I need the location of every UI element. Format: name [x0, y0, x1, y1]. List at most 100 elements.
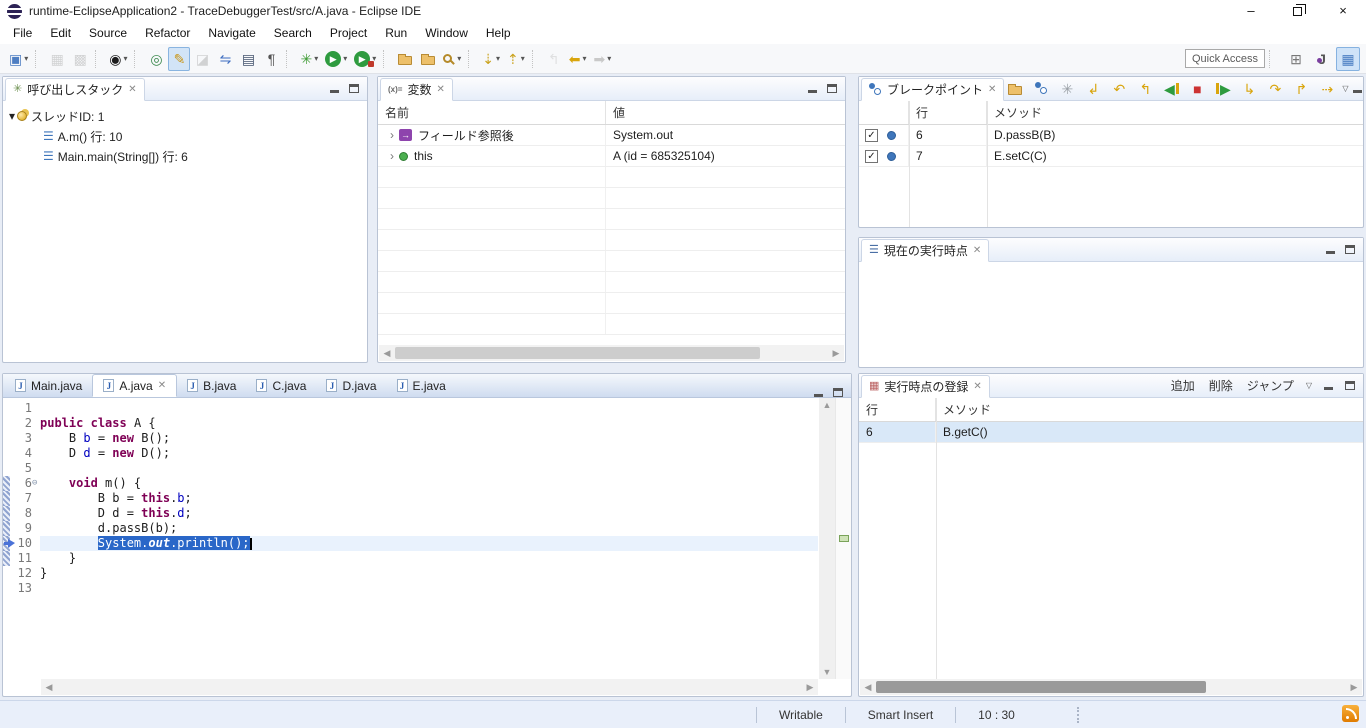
add-button[interactable]: 追加 — [1171, 377, 1195, 394]
variable-row[interactable]: ›thisA (id = 685325104) — [378, 146, 845, 167]
java-perspective-button[interactable]: J — [1310, 47, 1334, 71]
minimize-editor-button[interactable] — [814, 394, 823, 397]
open-perspective-button[interactable]: ⊞ — [1284, 47, 1308, 71]
dropdown-arrow-icon[interactable]: ▾ — [24, 54, 28, 63]
menu-help[interactable]: Help — [477, 23, 520, 43]
jump-button[interactable]: ジャンプ — [1247, 377, 1294, 394]
breakpoint-row[interactable]: ✓7E.setC(C) — [859, 146, 1363, 167]
breakpoint-checkbox[interactable]: ✓ — [865, 150, 878, 163]
menu-search[interactable]: Search — [265, 23, 321, 43]
menu-navigate[interactable]: Navigate — [199, 23, 264, 43]
gutter[interactable]: 12 — [3, 566, 40, 581]
run-to-line-button[interactable]: ⇢ — [1316, 77, 1338, 101]
debug-button[interactable]: ✳▾ — [297, 47, 321, 71]
resume-forward-button[interactable]: ▶ — [1212, 77, 1234, 101]
minimize-view-button[interactable] — [808, 90, 817, 93]
close-icon[interactable]: ✕ — [973, 381, 981, 392]
tab-variables[interactable]: (x)= 変数 ✕ — [380, 78, 453, 101]
variable-row[interactable]: ›→フィールド参照後System.out — [378, 125, 845, 146]
code-line[interactable]: 9 d.passB(b); — [3, 521, 818, 536]
occurrence-marker[interactable] — [839, 535, 849, 542]
close-icon[interactable]: ✕ — [436, 84, 444, 95]
column-name[interactable]: 名前 — [378, 101, 606, 124]
close-icon[interactable]: ✕ — [158, 380, 166, 391]
expander-icon[interactable]: › — [385, 128, 399, 142]
minimize-window-button[interactable]: – — [1228, 0, 1274, 22]
dropdown-arrow-icon[interactable]: ▾ — [607, 54, 611, 63]
back-button[interactable]: ⬅▾ — [566, 47, 590, 71]
close-icon[interactable]: ✕ — [988, 84, 996, 95]
registry-hscrollbar[interactable]: ◀▶ — [860, 679, 1362, 695]
gutter[interactable]: 2 — [3, 416, 40, 431]
dropdown-arrow-icon[interactable]: ▾ — [457, 54, 461, 63]
menu-edit[interactable]: Edit — [41, 23, 80, 43]
open-trace-button[interactable] — [1004, 77, 1026, 101]
view-menu-icon[interactable]: ▽ — [1306, 381, 1312, 390]
editor-tab-b-java[interactable]: JB.java — [177, 374, 246, 397]
highlight-button[interactable]: ✎ — [168, 47, 190, 71]
code-line[interactable]: 10 System.out.println(); — [3, 536, 818, 551]
trace-camera-button[interactable]: ◎ — [145, 47, 167, 71]
maximize-view-button[interactable] — [1345, 245, 1355, 254]
menu-source[interactable]: Source — [80, 23, 136, 43]
run-button[interactable]: ▶▾ — [322, 47, 350, 71]
gutter[interactable]: 5 — [3, 461, 40, 476]
save-all-button[interactable]: ▩ — [69, 47, 91, 71]
maximize-view-button[interactable] — [349, 84, 359, 93]
eraser-button[interactable]: ◪ — [191, 47, 213, 71]
debug-sun-button[interactable]: ✳ — [1056, 77, 1078, 101]
code-line[interactable]: 11 } — [3, 551, 818, 566]
minimize-view-button[interactable] — [1326, 251, 1335, 254]
expander-icon[interactable]: › — [385, 149, 399, 163]
column-method[interactable]: メソッド — [987, 101, 1363, 124]
step-into-button[interactable]: ↳ — [1238, 77, 1260, 101]
debug-perspective-button[interactable]: ▦ — [1336, 47, 1360, 71]
gutter[interactable]: 3 — [3, 431, 40, 446]
prev-annotation-button[interactable]: ⇡▾ — [504, 47, 528, 71]
save-button[interactable]: ▦ — [46, 47, 68, 71]
gutter[interactable]: 4 — [3, 446, 40, 461]
search-button[interactable]: ▾ — [440, 47, 464, 71]
quick-access-box[interactable]: Quick Access — [1185, 49, 1265, 68]
resume-backward-button[interactable]: ◀ — [1160, 77, 1182, 101]
step-over-button[interactable]: ↷ — [1264, 77, 1286, 101]
code-line[interactable]: 4 D d = new D(); — [3, 446, 818, 461]
column-value[interactable]: 値 — [606, 101, 845, 124]
code-line[interactable]: 3 B b = new B(); — [3, 431, 818, 446]
stack-frame[interactable]: ☰A.m() 行: 10 — [9, 126, 367, 146]
new-wizard-button[interactable]: ▣▾ — [6, 47, 31, 71]
dropdown-arrow-icon[interactable]: ▾ — [521, 54, 525, 63]
overview-ruler[interactable] — [835, 398, 851, 679]
step-back-over-button[interactable]: ↶ — [1108, 77, 1130, 101]
code-line[interactable]: 5 — [3, 461, 818, 476]
restore-window-button[interactable] — [1274, 0, 1320, 22]
thread-node[interactable]: ▾スレッドID: 1 — [9, 106, 367, 126]
step-back-return-button[interactable]: ↰ — [1134, 77, 1156, 101]
editor-tab-main-java[interactable]: JMain.java — [5, 374, 92, 397]
step-back-into-button[interactable]: ↲ — [1082, 77, 1104, 101]
menu-project[interactable]: Project — [321, 23, 376, 43]
column-method[interactable]: メソッド — [936, 398, 1363, 421]
forward-button[interactable]: ➡▾ — [591, 47, 615, 71]
gutter[interactable]: 9 — [3, 521, 40, 536]
view-menu-icon[interactable]: ▽ — [1342, 84, 1348, 93]
annotation-refresh-button[interactable]: ⇋ — [214, 47, 236, 71]
gutter[interactable]: 8 — [3, 506, 40, 521]
code-line[interactable]: 8 D d = this.d; — [3, 506, 818, 521]
column-line[interactable]: 行 — [909, 101, 987, 124]
console-button[interactable]: ▤ — [237, 47, 259, 71]
column-line[interactable]: 行 — [859, 398, 936, 421]
menu-run[interactable]: Run — [376, 23, 416, 43]
tab-execution-point-registry[interactable]: ▦ 実行時点の登録 ✕ — [861, 375, 990, 398]
dropdown-arrow-icon[interactable]: ▾ — [343, 54, 347, 63]
code-line[interactable]: 2public class A { — [3, 416, 818, 431]
terminate-button[interactable]: ■ — [1186, 77, 1208, 101]
open-resource-button[interactable] — [417, 47, 439, 71]
close-window-button[interactable]: × — [1320, 0, 1366, 22]
menu-file[interactable]: File — [4, 23, 41, 43]
stack-frame[interactable]: ☰Main.main(String[]) 行: 6 — [9, 146, 367, 166]
menu-refactor[interactable]: Refactor — [136, 23, 199, 43]
minimize-view-button[interactable] — [1353, 90, 1362, 93]
editor-hscrollbar[interactable]: ◀▶ — [41, 679, 818, 695]
coverage-button[interactable]: ▶▾ — [351, 47, 379, 71]
